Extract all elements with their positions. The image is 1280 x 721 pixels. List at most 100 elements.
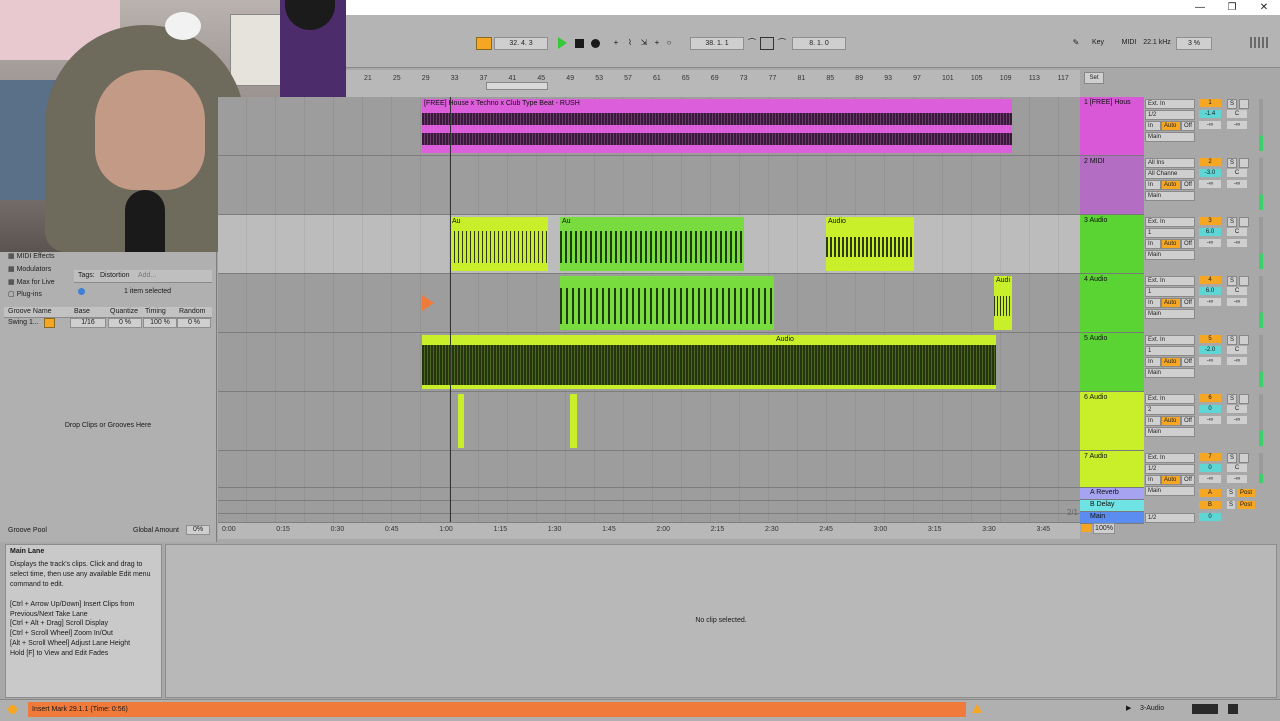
browser-item-plug-ins[interactable]: ▢ Plug-ins bbox=[8, 290, 42, 298]
clip-track-3-c[interactable]: Audio bbox=[826, 217, 914, 271]
reenable-automation-icon[interactable]: ⇲ bbox=[638, 37, 650, 48]
volume-field[interactable]: 0 bbox=[1199, 405, 1221, 413]
key-map-button[interactable]: Key bbox=[1084, 37, 1112, 48]
monitor-auto-button[interactable]: Auto bbox=[1161, 121, 1181, 131]
tag-add[interactable]: Add... bbox=[138, 272, 156, 279]
return-letter[interactable]: A bbox=[1199, 489, 1221, 497]
send-b-field[interactable]: -∞ bbox=[1227, 357, 1247, 365]
lane-track-6[interactable] bbox=[218, 392, 1080, 451]
monitor-auto-button[interactable]: Auto bbox=[1161, 475, 1181, 485]
groove-timing-field[interactable]: 100 % bbox=[143, 318, 177, 328]
lane-track-4[interactable]: Audi bbox=[218, 274, 1080, 333]
solo-button[interactable]: S bbox=[1227, 158, 1237, 168]
set-locator-button[interactable]: Set bbox=[1084, 72, 1104, 84]
track-name[interactable]: 1 [FREE] Hous bbox=[1084, 99, 1131, 106]
send-a-field[interactable]: -∞ bbox=[1199, 239, 1221, 247]
follow-button[interactable] bbox=[476, 37, 492, 50]
output-select[interactable]: Main bbox=[1145, 368, 1195, 378]
pan-field[interactable]: C bbox=[1227, 464, 1247, 472]
monitor-off-button[interactable]: Off bbox=[1181, 239, 1195, 249]
monitor-auto-button[interactable]: Auto bbox=[1161, 357, 1181, 367]
pan-field[interactable]: C bbox=[1227, 405, 1247, 413]
input-channel-select[interactable]: 2 bbox=[1145, 405, 1195, 415]
volume-field[interactable]: -2.0 bbox=[1199, 346, 1221, 354]
main-volume[interactable]: 0 bbox=[1199, 513, 1221, 521]
arm-record-icon[interactable] bbox=[1239, 453, 1249, 463]
return-letter[interactable]: B bbox=[1199, 501, 1221, 509]
monitor-auto-button[interactable]: Auto bbox=[1161, 416, 1181, 426]
monitor-auto-button[interactable]: Auto bbox=[1161, 298, 1181, 308]
input-type-select[interactable]: Ext. In bbox=[1145, 276, 1195, 286]
clip-track-1[interactable]: [FREE] House x Techno x Club Type Beat -… bbox=[422, 99, 1012, 153]
track-activator[interactable]: 1 bbox=[1199, 99, 1221, 107]
song-position-field[interactable]: 32. 4. 3 bbox=[494, 37, 548, 50]
lane-track-1[interactable]: [FREE] House x Techno x Club Type Beat -… bbox=[218, 97, 1080, 156]
track-name[interactable]: 7 Audio bbox=[1084, 453, 1107, 460]
input-channel-select[interactable]: 1/2 bbox=[1145, 464, 1195, 474]
browser-item-modulators[interactable]: ▦ Modulators bbox=[8, 265, 51, 273]
monitor-auto-button[interactable]: Auto bbox=[1161, 239, 1181, 249]
track-name[interactable]: 2 MIDI bbox=[1084, 158, 1105, 165]
clip-track-4-b[interactable]: Audi bbox=[994, 276, 1012, 330]
output-select[interactable]: Main bbox=[1145, 250, 1195, 260]
lane-return-b[interactable] bbox=[218, 501, 1080, 514]
monitor-in-button[interactable]: In bbox=[1145, 475, 1161, 485]
return-name[interactable]: A Reverb bbox=[1090, 489, 1119, 496]
monitor-off-button[interactable]: Off bbox=[1181, 416, 1195, 426]
input-channel-select[interactable]: 1 bbox=[1145, 228, 1195, 238]
track-header-4[interactable]: 4 Audio bbox=[1080, 274, 1144, 333]
solo-button[interactable]: S bbox=[1227, 501, 1235, 509]
monitor-auto-button[interactable]: Auto bbox=[1161, 180, 1181, 190]
monitor-off-button[interactable]: Off bbox=[1181, 357, 1195, 367]
main-output-select[interactable]: 1/2 bbox=[1145, 513, 1195, 523]
capture-icon[interactable]: + bbox=[651, 37, 663, 48]
loop-length-field[interactable]: 8. 1. 0 bbox=[792, 37, 846, 50]
input-type-select[interactable]: Ext. In bbox=[1145, 99, 1195, 109]
automation-icon[interactable] bbox=[1082, 524, 1091, 532]
session-record-icon[interactable]: ○ bbox=[663, 37, 675, 48]
return-header-1[interactable]: B Delay bbox=[1080, 500, 1144, 512]
pan-field[interactable]: C bbox=[1227, 346, 1247, 354]
arm-record-icon[interactable] bbox=[1239, 394, 1249, 404]
play-icon[interactable] bbox=[558, 37, 567, 49]
arm-record-icon[interactable] bbox=[1239, 217, 1249, 227]
lane-track-5[interactable]: Audio bbox=[218, 333, 1080, 392]
output-select[interactable]: Main bbox=[1145, 427, 1195, 437]
volume-field[interactable]: 0 bbox=[1199, 464, 1221, 472]
output-select[interactable]: Main bbox=[1145, 191, 1195, 201]
loop-switch-icon[interactable] bbox=[760, 37, 774, 50]
loop-start-field[interactable]: 38. 1. 1 bbox=[690, 37, 744, 50]
global-amount-field[interactable]: 0% bbox=[186, 525, 210, 535]
send-a-field[interactable]: -∞ bbox=[1199, 475, 1221, 483]
input-type-select[interactable]: Ext. In bbox=[1145, 217, 1195, 227]
stop-icon[interactable] bbox=[575, 39, 584, 48]
arm-record-icon[interactable] bbox=[1239, 335, 1249, 345]
return-name[interactable]: B Delay bbox=[1090, 501, 1115, 508]
midi-map-button[interactable]: MIDI bbox=[1118, 37, 1140, 48]
track-name[interactable]: 3 Audio bbox=[1084, 217, 1107, 224]
clip-track-4-a[interactable] bbox=[560, 276, 774, 330]
solo-button[interactable]: S bbox=[1227, 394, 1237, 404]
punch-out-icon[interactable]: ⌒ bbox=[776, 37, 788, 48]
clip-track-3-a[interactable]: Au bbox=[450, 217, 548, 271]
monitor-off-button[interactable]: Off bbox=[1181, 180, 1195, 190]
track-activator[interactable]: 6 bbox=[1199, 394, 1221, 402]
monitor-in-button[interactable]: In bbox=[1145, 416, 1161, 426]
groove-base-select[interactable]: 1/16 bbox=[70, 318, 106, 328]
send-b-field[interactable]: -∞ bbox=[1227, 475, 1247, 483]
solo-button[interactable]: S bbox=[1227, 99, 1237, 109]
input-channel-select[interactable]: All Channe bbox=[1145, 169, 1195, 179]
track-name[interactable]: 6 Audio bbox=[1084, 394, 1107, 401]
send-a-field[interactable]: -∞ bbox=[1199, 357, 1221, 365]
solo-button[interactable]: S bbox=[1227, 335, 1237, 345]
output-select[interactable]: Main bbox=[1145, 309, 1195, 319]
send-a-field[interactable]: -∞ bbox=[1199, 416, 1221, 424]
volume-field[interactable]: -3.0 bbox=[1199, 169, 1221, 177]
track-activator[interactable]: 3 bbox=[1199, 217, 1221, 225]
track-header-5[interactable]: 5 Audio bbox=[1080, 333, 1144, 392]
return-name[interactable]: Main bbox=[1090, 513, 1105, 520]
track-name[interactable]: 5 Audio bbox=[1084, 335, 1107, 342]
send-b-field[interactable]: -∞ bbox=[1227, 180, 1247, 188]
groove-row[interactable]: Swing 1... 1/16 0 % 100 % 0 % bbox=[4, 318, 212, 328]
monitor-in-button[interactable]: In bbox=[1145, 239, 1161, 249]
